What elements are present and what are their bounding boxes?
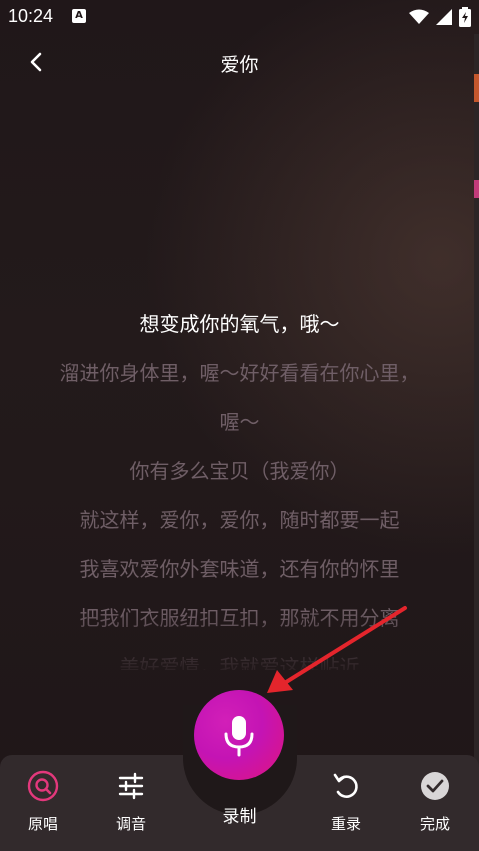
check-circle-icon: [421, 772, 449, 800]
lyric-line: 喔～: [219, 410, 260, 434]
record-button[interactable]: [194, 690, 284, 780]
edge-marker: [474, 180, 479, 198]
status-bar: 10:24 A: [0, 0, 479, 34]
done-label: 完成: [419, 815, 450, 833]
signal-icon: [436, 9, 452, 25]
battery-icon: [459, 7, 471, 27]
refresh-icon: [333, 773, 358, 798]
lyric-line: 溜进你身体里，喔～好好看看在你心里，: [59, 361, 420, 385]
edge-marker: [474, 74, 479, 102]
status-icons: [409, 7, 471, 27]
sliders-icon: [118, 772, 144, 800]
notification-icon: A: [72, 9, 86, 23]
lyric-line: 你有多么宝贝（我爱你）: [129, 459, 350, 483]
lyric-line-current: 想变成你的氧气，哦～: [139, 312, 340, 336]
rerecord-label: 重录: [330, 815, 361, 833]
status-time: 10:24: [8, 6, 54, 26]
lyric-line: 就这样，爱你，爱你，随时都要一起: [79, 508, 400, 532]
done-button[interactable]: 完成: [400, 770, 470, 840]
search-circle-icon: [27, 770, 59, 802]
rerecord-button[interactable]: 重录: [311, 770, 381, 840]
karaoke-record-screen: 10:24 A 爱你 想变成你的氧气，哦～ 溜进你身体里，喔～好好看看在你心里，…: [0, 0, 479, 851]
annotation-arrow: [267, 606, 407, 693]
page-title: 爱你: [220, 54, 259, 76]
wifi-icon: [409, 9, 429, 24]
lyric-line: 我喜欢爱你外套味道，还有你的怀里: [79, 557, 400, 581]
microphone-icon: [224, 716, 254, 757]
